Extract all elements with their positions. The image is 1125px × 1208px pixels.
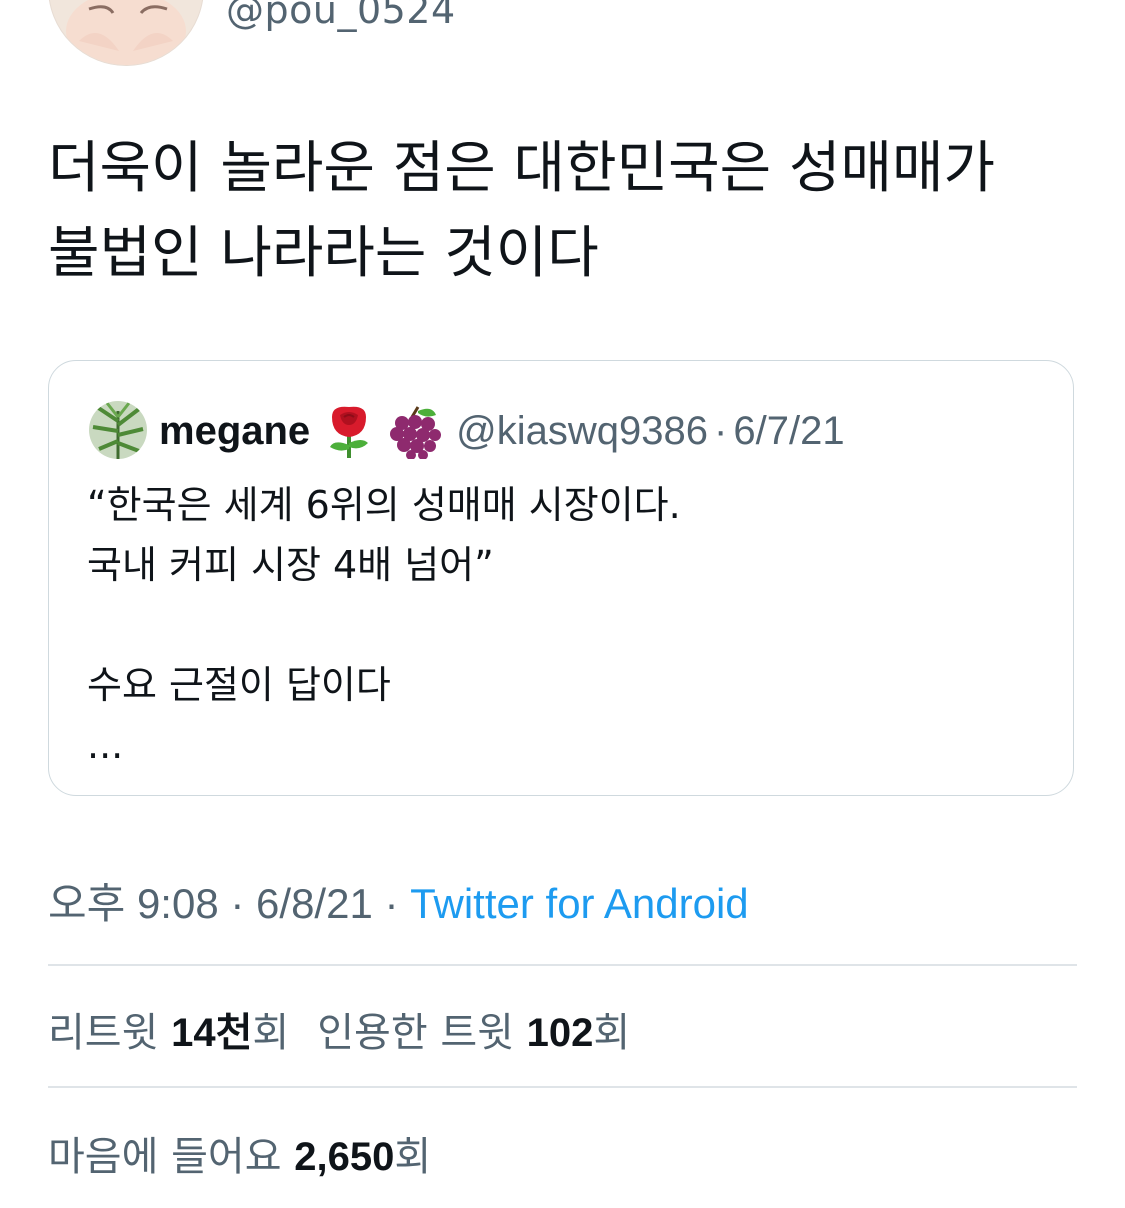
- quote-tweets-stat[interactable]: 인용한 트윗 102회: [317, 1010, 630, 1056]
- tweet-source-link[interactable]: Twitter for Android: [410, 880, 748, 927]
- retweets-label: 리트윗: [48, 1010, 159, 1056]
- likes-label: 마음에 들어요: [48, 1134, 282, 1180]
- tweet-text-line: 불법인 나라라는 것이다: [48, 221, 599, 286]
- retweets-stat[interactable]: 리트윗 14천회: [48, 1010, 289, 1056]
- tweet-time[interactable]: 오후 9:08: [48, 880, 219, 927]
- quote-tweets-suffix: 회: [593, 1010, 631, 1056]
- avatar-image: [89, 401, 147, 459]
- likes-suffix: 회: [394, 1134, 432, 1180]
- quoted-author-avatar[interactable]: [89, 401, 147, 459]
- tweet-text: 더욱이 놀라운 점은 대한민국은 성매매가 불법인 나라라는 것이다: [48, 126, 1078, 296]
- quoted-tweet-header: megane @kiaswq9386 · 6/7/21: [159, 403, 845, 460]
- quoted-text-line: ...: [87, 723, 124, 767]
- tweet-date[interactable]: 6/8/21: [256, 880, 373, 927]
- quoted-author-name[interactable]: megane: [159, 409, 310, 454]
- retweets-count: 14천: [171, 1011, 253, 1055]
- quoted-text-line: 국내 커피 시장 4배 넘어”: [87, 543, 494, 587]
- quoted-author-handle[interactable]: @kiaswq9386: [456, 409, 708, 454]
- likes-count: 2,650: [294, 1135, 395, 1179]
- avatar-image: [49, 0, 203, 65]
- separator-dot: ·: [230, 880, 245, 927]
- quote-tweets-count: 102: [526, 1011, 594, 1055]
- quote-tweets-label: 인용한 트윗: [317, 1010, 514, 1056]
- separator-dot: ·: [714, 408, 728, 453]
- quoted-text-line: [87, 595, 1047, 655]
- author-avatar[interactable]: [48, 0, 204, 66]
- tweet-timestamp: 오후 9:08 · 6/8/21 · Twitter for Android: [48, 870, 749, 931]
- grapes-icon: [388, 403, 442, 460]
- separator-dot: ·: [384, 880, 399, 927]
- retweets-suffix: 회: [252, 1010, 290, 1056]
- quoted-text-line: 수요 근절이 답이다: [87, 663, 391, 707]
- tweet-text-line: 더욱이 놀라운 점은 대한민국은 성매매가: [48, 136, 996, 201]
- quoted-tweet-text: “한국은 세계 6위의 성매매 시장이다. 국내 커피 시장 4배 넘어” 수요…: [87, 475, 1047, 775]
- divider: [48, 964, 1077, 966]
- rose-icon: [322, 403, 376, 459]
- divider: [48, 1086, 1077, 1088]
- quoted-text-line: “한국은 세계 6위의 성매매 시장이다.: [87, 483, 681, 527]
- likes-stat[interactable]: 마음에 들어요 2,650회: [48, 1134, 431, 1180]
- quoted-tweet-card[interactable]: megane @kiaswq9386 · 6/7/21 “한국은 세계 6위의 …: [48, 360, 1074, 796]
- quoted-tweet-date[interactable]: 6/7/21: [733, 409, 844, 454]
- engagement-stats-row: 리트윗 14천회 인용한 트윗 102회: [48, 1000, 630, 1058]
- author-handle[interactable]: @pou_0524: [226, 0, 456, 32]
- likes-stat-row: 마음에 들어요 2,650회: [48, 1124, 431, 1182]
